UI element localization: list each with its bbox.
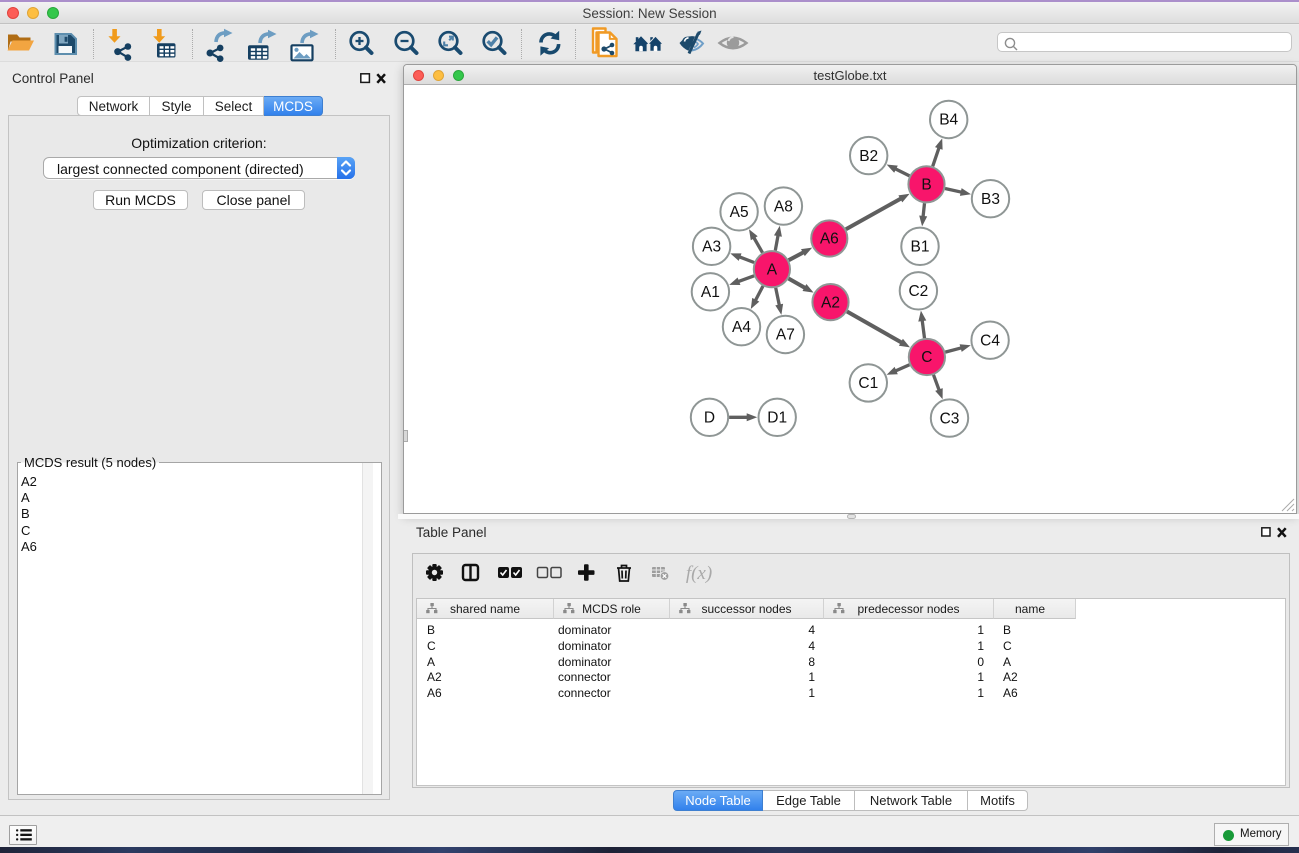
svg-text:A7: A7 bbox=[776, 327, 795, 344]
svg-text:A3: A3 bbox=[702, 239, 721, 256]
svg-text:C4: C4 bbox=[980, 332, 1000, 349]
svg-text:A: A bbox=[767, 261, 778, 278]
svg-text:C: C bbox=[921, 349, 932, 366]
svg-text:D1: D1 bbox=[767, 410, 787, 427]
svg-text:f(x): f(x) bbox=[686, 563, 712, 584]
svg-text:A5: A5 bbox=[730, 204, 749, 221]
svg-text:C3: C3 bbox=[940, 410, 960, 427]
svg-text:B3: B3 bbox=[981, 191, 1000, 208]
svg-text:A6: A6 bbox=[820, 231, 839, 248]
svg-text:A8: A8 bbox=[774, 198, 793, 215]
svg-text:B: B bbox=[921, 177, 931, 194]
svg-text:C1: C1 bbox=[858, 375, 878, 392]
svg-text:B4: B4 bbox=[939, 112, 958, 129]
svg-text:A1: A1 bbox=[701, 284, 720, 301]
svg-text:B2: B2 bbox=[859, 148, 878, 165]
svg-text:C2: C2 bbox=[908, 283, 928, 300]
svg-text:B1: B1 bbox=[911, 239, 930, 256]
svg-text:A2: A2 bbox=[821, 294, 840, 311]
svg-text:D: D bbox=[704, 410, 715, 427]
svg-text:A4: A4 bbox=[732, 319, 751, 336]
